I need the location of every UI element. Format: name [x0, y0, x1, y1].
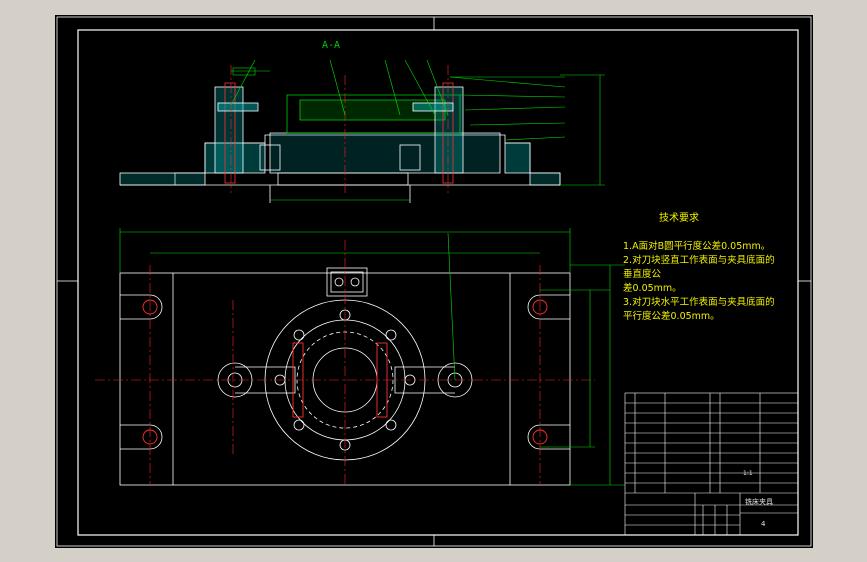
section-view [119, 82, 561, 203]
tech-requirements: 技术要求 1.A面对B圆平行度公差0.05mm。 2.对刀块竖直工作表面与夹具底… [623, 212, 813, 324]
tech-line: 平行度公差0.05mm。 [623, 311, 720, 322]
part-name: 铣床夹具 [745, 498, 773, 506]
section-label: A-A [322, 40, 341, 51]
drawing-number: 4 [761, 520, 766, 528]
tech-requirements-title: 技术要求 [659, 213, 699, 224]
tech-line: 差0.05mm。 [623, 283, 682, 294]
tech-line: 垂直度公 [623, 269, 662, 280]
title-block [624, 392, 799, 536]
scale: 1:1 [743, 470, 753, 477]
drawing-canvas: A-A 技术要求 1.A面对B圆平行度公差0.05mm。 2.对刀块竖直工作表面… [55, 15, 813, 548]
tech-line: 1.A面对B圆平行度公差0.05mm。 [623, 241, 771, 252]
tech-line: 2.对刀块竖直工作表面与夹具底面的 [623, 255, 775, 266]
tech-line: 3.对刀块水平工作表面与夹具底面的 [623, 297, 775, 308]
